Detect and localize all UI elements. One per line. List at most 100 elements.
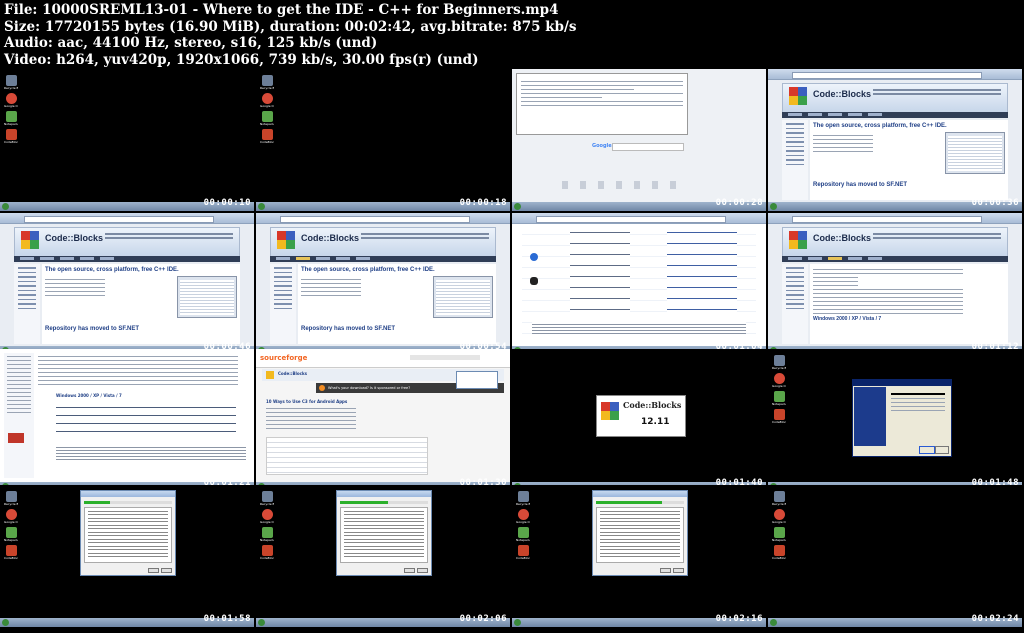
recycle-bin-icon: Recycle Bin (4, 491, 18, 506)
thumbnail-16[interactable]: Recycle Bin Google Chrome Notepad++ Code… (768, 485, 1022, 627)
timestamp: 00:02:06 (459, 614, 507, 624)
site-nav[interactable] (782, 256, 1008, 262)
next-button[interactable] (404, 568, 415, 573)
recycle-bin-icon: Recycle Bin (260, 491, 274, 506)
cancel-button[interactable] (935, 446, 949, 454)
site-sidebar[interactable] (782, 120, 808, 200)
ide-screenshot (177, 276, 237, 318)
address-bar[interactable] (536, 216, 726, 223)
thumbnail-03[interactable]: Google 00:00:28 (512, 69, 766, 211)
codeblocks-desktop-icon: CodeBlocks (4, 545, 18, 560)
notepad-icon: Notepad++ (4, 111, 18, 126)
project-icon (266, 371, 274, 379)
timestamp: 00:00:10 (203, 198, 251, 208)
cancel-button[interactable] (161, 568, 172, 573)
sourceforge-logo: sourceforge (260, 354, 308, 362)
page-headline: The open source, cross platform, free C+… (45, 267, 179, 273)
address-bar[interactable] (24, 216, 214, 223)
splash-version: 12.11 (641, 417, 670, 427)
codeblocks-logo-icon (21, 231, 39, 249)
thumbnail-13[interactable]: Recycle Bin Google Chrome Notepad++ Code… (0, 485, 254, 627)
address-bar[interactable] (792, 216, 982, 223)
site-title: Code::Blocks (45, 233, 104, 243)
thumbnail-12[interactable]: Recycle Bin Google Chrome Notepad++ Code… (768, 349, 1022, 491)
site-sidebar[interactable] (782, 264, 808, 344)
download-dropdown (516, 73, 688, 135)
next-button[interactable] (919, 446, 935, 454)
install-log[interactable] (340, 507, 428, 563)
site-nav[interactable] (782, 112, 1008, 118)
recycle-bin-icon: Recycle Bin (772, 355, 786, 370)
file-size-line: Size: 17720155 bytes (16.90 MiB), durati… (4, 18, 577, 35)
ide-screenshot (433, 276, 493, 318)
thumbnail-04[interactable]: Code::Blocks The open source, cross plat… (768, 69, 1022, 211)
address-bar[interactable] (280, 216, 470, 223)
file-name-line: File: 10000SREML13-01 - Where to get the… (4, 2, 559, 18)
installer-window[interactable] (336, 490, 432, 576)
timestamp: 00:02:24 (971, 614, 1019, 624)
site-nav[interactable] (14, 256, 240, 262)
thumbnail-02[interactable]: Recycle Bin Google Chrome Notepad++ Code… (256, 69, 510, 211)
notepad-icon: Notepad++ (260, 111, 274, 126)
chrome-icon: Google Chrome (772, 509, 786, 524)
install-log[interactable] (84, 507, 172, 563)
page-subheadline: Repository has moved to SF.NET (45, 326, 140, 332)
codeblocks-desktop-icon: CodeBlocks (260, 129, 274, 144)
chrome-icon: Google Chrome (4, 93, 18, 108)
audio-info-line: Audio: aac, 44100 Hz, stereo, s16, 125 k… (4, 35, 378, 51)
thumbnail-07[interactable]: 00:01:04 (512, 213, 766, 355)
browser-toolbar (768, 69, 1022, 80)
video-info-header: File: 10000SREML13-01 - Where to get the… (4, 2, 577, 68)
windows-heading: Windows 2000 / XP / Vista / 7 (813, 316, 882, 322)
download-table[interactable] (522, 227, 756, 342)
timestamp: 00:00:28 (715, 198, 763, 208)
installer-window[interactable] (80, 490, 176, 576)
site-sidebar[interactable] (14, 264, 40, 344)
thumbnail-01[interactable]: Recycle Bin Google Chrome Notepad++ Code… (0, 69, 254, 211)
next-button[interactable] (148, 568, 159, 573)
browser-window: Code::Blocks The open source, cross plat… (768, 69, 1022, 202)
site-title: Code::Blocks (813, 89, 872, 99)
thumbnail-14[interactable]: Recycle Bin Google Chrome Notepad++ Code… (256, 485, 510, 627)
cancel-button[interactable] (417, 568, 428, 573)
browser-window: Code::Blocks Windows 2000 / XP / Vista /… (768, 213, 1022, 346)
setup-wizard-window[interactable] (852, 379, 952, 457)
codeblocks-desktop-icon: CodeBlocks (516, 545, 530, 560)
thumbnail-10[interactable]: sourceforge Code::Blocks What's your dow… (256, 349, 510, 491)
windows-heading: Windows 2000 / XP / Vista / 7 (56, 393, 122, 398)
cancel-button[interactable] (673, 568, 684, 573)
splash-logo-text: Code::Blocks (623, 400, 682, 410)
site-sidebar[interactable] (270, 264, 296, 344)
codeblocks-logo-icon (277, 231, 295, 249)
search-input[interactable] (612, 143, 684, 151)
shortcut-bar[interactable] (562, 181, 682, 189)
chrome-icon: Google Chrome (260, 93, 274, 108)
codeblocks-desktop-icon: CodeBlocks (772, 545, 786, 560)
notepad-icon: Notepad++ (772, 527, 786, 542)
browser-window (512, 213, 766, 346)
next-button[interactable] (660, 568, 671, 573)
download-table[interactable] (56, 403, 236, 439)
download-popup[interactable] (456, 371, 498, 389)
site-nav[interactable] (270, 256, 496, 262)
install-log[interactable] (596, 507, 684, 563)
installer-window[interactable] (592, 490, 688, 576)
browser-window: Code::Blocks The open source, cross plat… (0, 213, 254, 346)
thumbnail-06[interactable]: Code::Blocks The open source, cross plat… (256, 213, 510, 355)
thumbnail-11[interactable]: Code::Blocks 12.11 00:01:40 (512, 349, 766, 491)
signup-form[interactable] (266, 437, 428, 475)
thumbnail-15[interactable]: Recycle Bin Google Chrome Notepad++ Code… (512, 485, 766, 627)
site-sidebar[interactable] (4, 353, 34, 478)
mac-os-icon (530, 253, 538, 261)
linux-icon (530, 277, 538, 285)
thumbnail-05[interactable]: Code::Blocks The open source, cross plat… (0, 213, 254, 355)
recycle-bin-icon: Recycle Bin (772, 491, 786, 506)
thumbnail-08[interactable]: Code::Blocks Windows 2000 / XP / Vista /… (768, 213, 1022, 355)
address-bar[interactable] (792, 72, 982, 79)
page-subheadline: Repository has moved to SF.NET (813, 182, 908, 188)
recycle-bin-icon: Recycle Bin (260, 75, 274, 90)
codeblocks-logo-icon (601, 402, 619, 420)
browser-window: sourceforge Code::Blocks What's your dow… (256, 349, 510, 482)
install-progress-bar (596, 501, 684, 504)
thumbnail-09[interactable]: Windows 2000 / XP / Vista / 7 00:01:21 (0, 349, 254, 491)
